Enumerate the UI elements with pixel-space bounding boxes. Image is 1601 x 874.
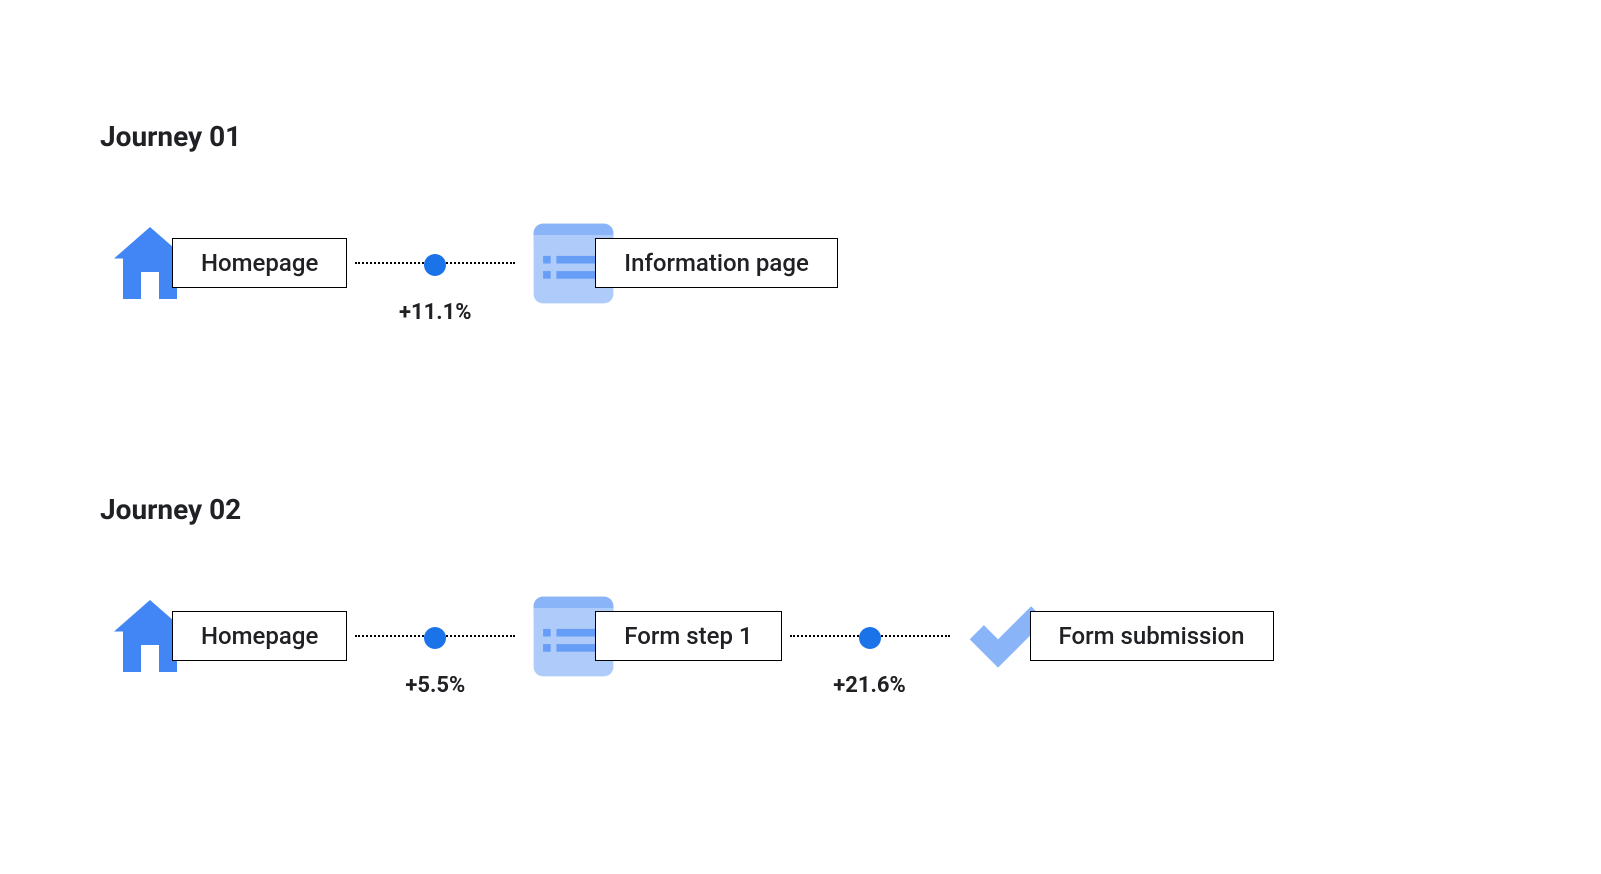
connector-label: +11.1%: [355, 300, 515, 325]
journey-flow: Homepage +5.5% Form step 1: [100, 586, 1501, 686]
journey-connector: +5.5%: [355, 635, 515, 637]
journey-title: Journey 02: [100, 493, 1501, 526]
connector-label: +5.5%: [355, 673, 515, 698]
connector-dot-icon: [424, 254, 446, 276]
dotted-line: [355, 262, 515, 264]
connector-dot-icon: [859, 627, 881, 649]
journey-connector: +11.1%: [355, 262, 515, 264]
connector-dot-icon: [424, 627, 446, 649]
journey-step-form-submission: Form submission: [958, 586, 1274, 686]
journey-step-homepage: Homepage: [100, 586, 347, 686]
journey-step-information-page: Information page: [523, 213, 838, 313]
journey-flow: Homepage +11.1% Information page: [100, 213, 1501, 313]
step-label: Form submission: [1030, 611, 1274, 661]
dotted-line: [355, 635, 515, 637]
journey-step-form-step-1: Form step 1: [523, 586, 781, 686]
journey-title: Journey 01: [100, 120, 1501, 153]
dotted-line: [790, 635, 950, 637]
journey-02: Journey 02 Homepage +5.5%: [100, 493, 1501, 686]
step-label: Information page: [595, 238, 838, 288]
journey-connector: +21.6%: [790, 635, 950, 637]
connector-label: +21.6%: [790, 673, 950, 698]
step-label: Homepage: [172, 611, 347, 661]
journey-step-homepage: Homepage: [100, 213, 347, 313]
journey-01: Journey 01 Homepage +11.1%: [100, 120, 1501, 313]
step-label: Form step 1: [595, 611, 781, 661]
step-label: Homepage: [172, 238, 347, 288]
